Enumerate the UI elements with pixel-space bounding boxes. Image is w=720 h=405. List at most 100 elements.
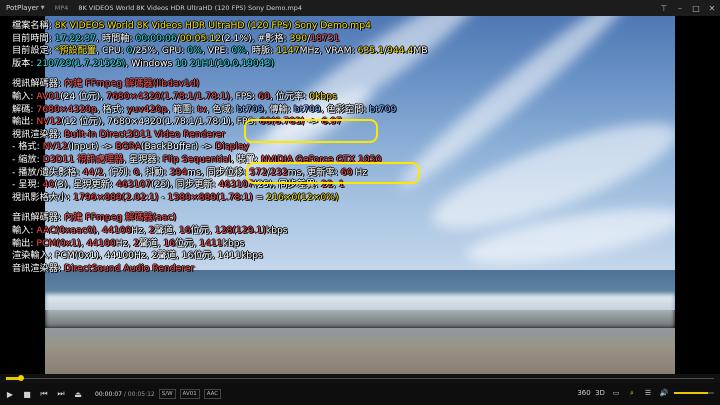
stat-text: , 傳輸: xyxy=(263,103,294,115)
stat-text: 40 xyxy=(42,179,55,191)
stat-text: PCM xyxy=(36,237,57,249)
stat-text: - 播放/遺失影格: xyxy=(12,166,83,178)
stat-line: - 格式: NV12(Input) -> BGRA(BackBuffer) ->… xyxy=(12,141,672,154)
stat-text: , 範圍: xyxy=(167,103,198,115)
previous-icon[interactable]: ⏮ xyxy=(37,387,51,401)
fps-highlight xyxy=(244,119,378,143)
seek-bar[interactable] xyxy=(0,374,720,383)
play-icon[interactable]: ▶ xyxy=(3,387,17,401)
volume-icon[interactable]: 🔊 xyxy=(658,387,670,399)
stat-line: 視訊影格大小: 1796×889(2.02:1) - 1580×889(1.78… xyxy=(12,192,672,205)
format-label: MP4 xyxy=(54,4,69,12)
stat-text: AAC xyxy=(36,224,56,236)
stat-text: 1580×889 xyxy=(167,191,217,203)
stat-text: 17:22:37 xyxy=(54,32,97,44)
subtitle-icon[interactable]: ▭ xyxy=(610,387,622,399)
stat-text: - 格式: xyxy=(12,141,43,153)
stat-text: yuv420p xyxy=(126,103,168,115)
video-codec-badge[interactable]: AV01 xyxy=(179,389,200,399)
statistics-overlay: 檔案名稱: 8K VIDEOS World 8K Videos HDR Ultr… xyxy=(12,20,672,275)
stat-text: Flip Sequential xyxy=(162,153,231,165)
stat-text: Hz, xyxy=(115,237,134,249)
stat-text: NV12 xyxy=(36,116,62,128)
stat-text: , 7680×4320(1.78:1/1.78:1), FPS: xyxy=(101,116,260,128)
stat-text: 44100 xyxy=(101,224,132,236)
stat-line: 輸入: AV01(24 位元), 7680×4320(1.78:1/1.78:1… xyxy=(12,91,672,104)
stat-text: , 位元率: xyxy=(269,90,310,102)
app-menu-button[interactable]: PotPlayer ▼ xyxy=(0,0,51,16)
stat-text: 7680×4320p xyxy=(36,103,97,115)
vr-360-button[interactable]: 360 xyxy=(577,387,590,399)
3d-button[interactable]: 3D xyxy=(594,387,606,399)
stat-text: = xyxy=(252,191,267,203)
stat-text: , 時脈: xyxy=(245,45,277,57)
window-title: 8K VIDEOS World 8K Videos HDR UltraHD (1… xyxy=(78,4,302,12)
stat-line: 目前時間: 17:22:37, 時間軸: 00:00:06/00:05:12(2… xyxy=(12,33,672,46)
stat-text: 1796×889 xyxy=(73,191,122,203)
decoder-badge[interactable]: S/W xyxy=(158,389,176,399)
stat-text: (10.0.19043) xyxy=(214,57,275,69)
stat-text: (129.1) xyxy=(232,224,266,236)
stat-text: Hz, xyxy=(131,224,149,236)
eject-icon[interactable]: ⏏ xyxy=(71,387,85,401)
stat-text: bt709 xyxy=(236,103,264,115)
search-icon[interactable]: ⌕ xyxy=(626,387,638,399)
stat-text: 10 21H1 xyxy=(175,57,215,69)
stat-text: 視訊渲染器: xyxy=(12,128,64,140)
stat-line: 版本: 210729(1.7.21525), Windows 10 21H1(1… xyxy=(12,58,672,71)
stat-text: Built-in Direct3D11 Video Renderer xyxy=(63,128,226,140)
stat-text: - 縮放: xyxy=(12,153,43,165)
stat-text: 44 xyxy=(82,166,95,178)
stat-text: ms, 同步位移: xyxy=(187,166,250,178)
stat-text: bt709 xyxy=(369,103,397,115)
stat-text: kbps xyxy=(222,237,245,249)
stat-text: NV12 xyxy=(42,141,68,153)
stat-text: 18731 xyxy=(310,32,340,44)
control-bar: ▶ ■ ⏮ ⏭ ⏏ 00:00:07 / 00:05:12 S/W AV01 A… xyxy=(0,383,720,405)
playlist-icon[interactable]: ☰ xyxy=(642,387,654,399)
stat-text: (0x1) xyxy=(56,237,81,249)
stat-line: 目前設定: *預設配置, CPU: 0/25%, GPU: 0%, VPE: 0… xyxy=(12,45,672,58)
stat-text: 視訊影格大小: xyxy=(12,191,74,203)
stop-icon[interactable]: ■ xyxy=(20,387,34,401)
stat-text: AV01 xyxy=(36,90,61,102)
stat-text: MHz, VRAM: xyxy=(299,45,358,57)
close-icon[interactable]: ✕ xyxy=(704,0,720,16)
minimize-icon[interactable]: – xyxy=(672,0,688,16)
stat-text: , #影格: xyxy=(251,32,290,44)
stat-line: 視訊解碼器: 內建 FFmpeg 解碼器(libdav1d) xyxy=(12,78,672,91)
stat-text: , VPE: xyxy=(201,45,232,57)
maximize-icon[interactable]: □ xyxy=(688,0,704,16)
stat-text: , 佇列: xyxy=(103,166,134,178)
stat-text: 44100 xyxy=(86,237,116,249)
audio-codec-badge[interactable]: AAC xyxy=(203,389,222,399)
stat-text: 內建 FFmpeg 解碼器(aac) xyxy=(63,212,177,224)
stat-text: (2.02:1) xyxy=(121,191,159,203)
stat-text: tv xyxy=(197,103,207,115)
stat-text: 輸出: xyxy=(12,116,37,128)
title-bar: PotPlayer ▼ MP4 8K VIDEOS World 8K Video… xyxy=(0,0,720,16)
video-area[interactable]: 檔案名稱: 8K VIDEOS World 8K Videos HDR Ultr… xyxy=(0,16,720,374)
stat-text: 渲染輸入: xyxy=(12,250,55,262)
stat-text: 0kbps xyxy=(309,90,337,102)
pin-icon[interactable]: ⊤ xyxy=(656,0,672,16)
next-icon[interactable]: ⏭ xyxy=(54,387,68,401)
time-display[interactable]: 00:00:07 / 00:05:12 xyxy=(95,391,155,398)
stat-text: , 色域: xyxy=(206,103,237,115)
stat-text: 00:00:06 xyxy=(135,32,177,44)
stat-text: 內建 FFmpeg 解碼器(libdav1d) xyxy=(63,78,200,90)
stat-text: 位元, xyxy=(190,224,215,236)
device-highlight xyxy=(246,162,420,184)
stat-text: , FPS: xyxy=(229,90,259,102)
chevron-down-icon: ▼ xyxy=(40,5,45,11)
stat-text: BGRA xyxy=(115,141,141,153)
volume-slider[interactable] xyxy=(674,392,714,394)
stat-text: bt709 xyxy=(293,103,321,115)
stat-text: 音訊渲染器: xyxy=(12,262,64,274)
stat-text: 0% xyxy=(187,45,202,57)
stat-text: 944.4 xyxy=(387,45,414,57)
stat-text: 檔案名稱: xyxy=(12,20,55,31)
volume-fill xyxy=(674,392,708,394)
seek-thumb[interactable] xyxy=(17,375,24,381)
stat-text: *預設配置 xyxy=(54,45,97,57)
